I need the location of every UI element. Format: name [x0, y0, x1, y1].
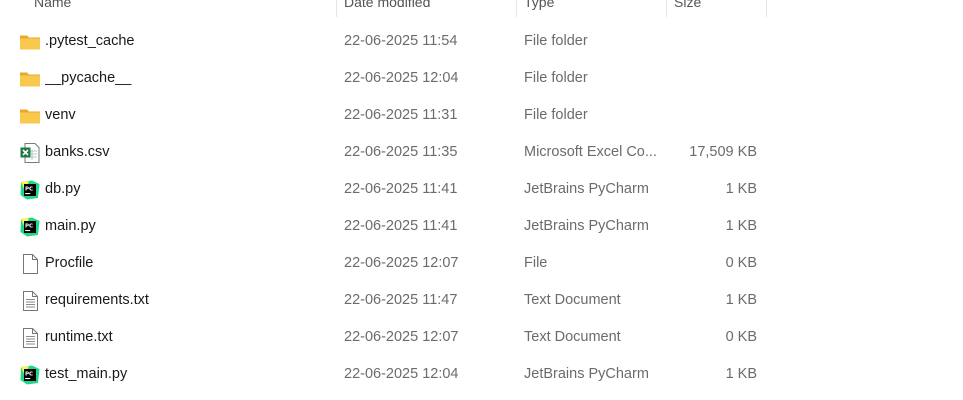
file-row[interactable]: runtime.txt 22-06-2025 12:07 Text Docume…: [0, 319, 963, 356]
file-date: 22-06-2025 12:07: [344, 329, 459, 345]
file-name: main.py: [45, 218, 96, 234]
file-explorer: Name Date modified Type Size .pytest_cac…: [0, 0, 963, 400]
column-size-header[interactable]: Size: [674, 0, 701, 17]
file-name: .pytest_cache: [45, 33, 135, 49]
file-size: [664, 23, 757, 60]
file-type: JetBrains PyCharm: [524, 366, 649, 382]
svg-text:PC: PC: [25, 372, 33, 378]
file-size: 1 KB: [725, 366, 757, 382]
file-date: 22-06-2025 11:31: [344, 107, 458, 123]
column-divider[interactable]: [336, 0, 337, 17]
text-file-icon: [19, 290, 41, 312]
file-date: 22-06-2025 11:35: [344, 144, 458, 160]
file-size: [664, 60, 757, 97]
file-row[interactable]: __pycache__ 22-06-2025 12:04 File folder: [0, 60, 963, 97]
file-name: requirements.txt: [45, 292, 149, 308]
file-name: banks.csv: [45, 144, 110, 160]
file-row[interactable]: banks.csv 22-06-2025 11:35 Microsoft Exc…: [0, 134, 963, 171]
file-size: 0 KB: [725, 255, 757, 271]
file-date: 22-06-2025 12:07: [344, 255, 459, 271]
file-type: File folder: [524, 70, 588, 86]
text-file-icon: [19, 327, 41, 349]
column-name-header[interactable]: Name: [34, 0, 71, 17]
folder-icon: [19, 105, 41, 127]
column-divider[interactable]: [766, 0, 767, 17]
file-row[interactable]: PC db.py 22-06-2025 11:41 JetBrains PyCh…: [0, 171, 963, 208]
folder-icon: [19, 68, 41, 90]
pycharm-icon: PC: [19, 364, 41, 386]
file-row[interactable]: venv 22-06-2025 11:31 File folder: [0, 97, 963, 134]
file-name: __pycache__: [45, 70, 132, 86]
blank-file-icon: [19, 253, 41, 275]
file-name: runtime.txt: [45, 329, 113, 345]
pycharm-icon: PC: [19, 179, 41, 201]
file-type: File folder: [524, 33, 588, 49]
file-name: test_main.py: [45, 366, 128, 382]
column-header: Name Date modified Type Size: [0, 0, 963, 17]
file-size: 1 KB: [725, 181, 757, 197]
svg-text:PC: PC: [25, 187, 33, 193]
file-name: Procfile: [45, 255, 94, 271]
folder-icon: [19, 31, 41, 53]
file-type: Microsoft Excel Co...: [524, 144, 657, 160]
file-date: 22-06-2025 12:04: [344, 70, 459, 86]
pycharm-icon: PC: [19, 216, 41, 238]
file-type: Text Document: [524, 292, 621, 308]
file-type: File folder: [524, 107, 588, 123]
file-type: File: [524, 255, 548, 271]
file-size: 1 KB: [725, 292, 757, 308]
file-size: 0 KB: [725, 329, 757, 345]
file-date: 22-06-2025 11:47: [344, 292, 458, 308]
svg-text:PC: PC: [25, 224, 33, 230]
file-date: 22-06-2025 11:41: [344, 181, 458, 197]
file-row[interactable]: PC test_main.py 22-06-2025 12:04 JetBrai…: [0, 356, 963, 393]
file-date: 22-06-2025 11:41: [344, 218, 458, 234]
file-row[interactable]: PC main.py 22-06-2025 11:41 JetBrains Py…: [0, 208, 963, 245]
file-type: JetBrains PyCharm: [524, 181, 649, 197]
file-row[interactable]: .pytest_cache 22-06-2025 11:54 File fold…: [0, 23, 963, 60]
file-name: venv: [45, 107, 76, 123]
column-divider[interactable]: [666, 0, 667, 17]
file-list: .pytest_cache 22-06-2025 11:54 File fold…: [0, 23, 963, 393]
file-date: 22-06-2025 11:54: [344, 33, 458, 49]
file-type: Text Document: [524, 329, 621, 345]
file-row[interactable]: Procfile 22-06-2025 12:07 File 0 KB: [0, 245, 963, 282]
column-type-header[interactable]: Type: [524, 0, 554, 17]
file-size: [664, 97, 757, 134]
file-row[interactable]: requirements.txt 22-06-2025 11:47 Text D…: [0, 282, 963, 319]
excel-csv-icon: [19, 142, 41, 164]
column-date-header[interactable]: Date modified: [344, 0, 430, 17]
column-divider[interactable]: [516, 0, 517, 17]
file-date: 22-06-2025 12:04: [344, 366, 459, 382]
file-name: db.py: [45, 181, 81, 197]
file-type: JetBrains PyCharm: [524, 218, 649, 234]
file-size: 1 KB: [725, 218, 757, 234]
file-size: 17,509 KB: [689, 144, 757, 160]
